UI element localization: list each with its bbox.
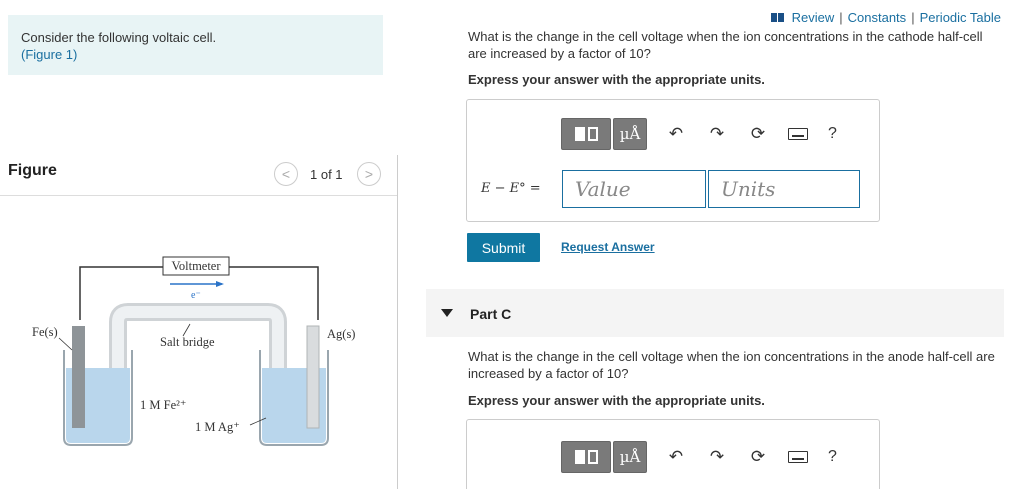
constants-link[interactable]: Constants: [848, 10, 907, 25]
template-icon: [574, 450, 585, 464]
figure-title: Figure: [8, 162, 57, 179]
reset-icon[interactable]: ⟳: [746, 447, 770, 467]
equation-label: E − E° =: [481, 181, 541, 196]
left-electrode-label: Fe(s): [32, 325, 58, 339]
part-b-answer-box: µÅ ↶ ↷ ⟳ ? E − E° = Value Units: [466, 99, 880, 222]
templates-button[interactable]: [561, 118, 611, 150]
figure-page-count: 1 of 1: [310, 167, 343, 182]
next-figure-button[interactable]: >: [357, 162, 381, 186]
left-solution-label: 1 M Fe²⁺: [140, 398, 186, 412]
submit-button[interactable]: Submit: [467, 233, 540, 262]
right-solution-label: 1 M Ag⁺: [195, 420, 240, 434]
problem-text: Consider the following voltaic cell.: [21, 30, 217, 45]
value-input[interactable]: Value: [562, 170, 706, 208]
link-separator: |: [839, 10, 843, 25]
problem-statement: Consider the following voltaic cell. (Fi…: [8, 15, 383, 75]
templates-button[interactable]: [561, 441, 611, 473]
template-icon: [574, 127, 585, 141]
units-input[interactable]: Units: [708, 170, 860, 208]
electron-arrowhead: [216, 281, 224, 287]
previous-figure-button[interactable]: <: [274, 162, 298, 186]
undo-icon[interactable]: ↶: [664, 124, 688, 144]
figure-header: Figure < 1 of 1 >: [0, 158, 398, 196]
figure-link[interactable]: (Figure 1): [21, 46, 370, 63]
review-link[interactable]: Review: [792, 10, 835, 25]
voltmeter-label: Voltmeter: [171, 259, 221, 273]
salt-bridge: [109, 303, 287, 395]
salt-bridge-label: Salt bridge: [160, 335, 215, 349]
right-electrode-label: Ag(s): [327, 327, 355, 341]
part-c-instruction: Express your answer with the appropriate…: [468, 393, 765, 408]
reset-icon[interactable]: ⟳: [746, 124, 770, 144]
book-icon: [770, 13, 784, 22]
answer-toolbar: µÅ ↶ ↷ ⟳ ?: [561, 440, 861, 474]
silver-electrode: [306, 325, 320, 429]
electron-label: e⁻: [191, 290, 201, 301]
undo-icon[interactable]: ↶: [664, 447, 688, 467]
redo-icon[interactable]: ↷: [705, 124, 729, 144]
part-c-title: Part C: [470, 306, 512, 322]
link-separator: |: [911, 10, 915, 25]
help-button[interactable]: ?: [828, 448, 837, 466]
left-pane: Consider the following voltaic cell. (Fi…: [0, 0, 398, 489]
keyboard-icon[interactable]: [788, 451, 808, 463]
request-answer-link[interactable]: Request Answer: [561, 240, 655, 254]
part-b-question: What is the change in the cell voltage w…: [468, 29, 983, 61]
part-b-instruction: Express your answer with the appropriate…: [468, 72, 765, 87]
units-button[interactable]: µÅ: [613, 441, 647, 473]
pane-divider[interactable]: [397, 155, 398, 489]
help-button[interactable]: ?: [828, 125, 837, 143]
part-c-question: What is the change in the cell voltage w…: [468, 349, 995, 381]
part-c-header[interactable]: Part C: [426, 289, 1004, 337]
keyboard-icon[interactable]: [788, 128, 808, 140]
redo-icon[interactable]: ↷: [705, 447, 729, 467]
voltaic-cell-diagram: Voltmeter e⁻ Salt bridge Fe(s) 1 M Fe²⁺ …: [32, 256, 355, 446]
periodic-table-link[interactable]: Periodic Table: [920, 10, 1001, 25]
iron-electrode: [72, 326, 85, 428]
part-c-answer-box: µÅ ↶ ↷ ⟳ ?: [466, 419, 880, 489]
collapse-arrow-icon[interactable]: [441, 309, 453, 317]
resource-links: Review | Constants | Periodic Table: [770, 10, 1001, 25]
units-button[interactable]: µÅ: [613, 118, 647, 150]
answer-toolbar: µÅ ↶ ↷ ⟳ ?: [561, 117, 861, 151]
